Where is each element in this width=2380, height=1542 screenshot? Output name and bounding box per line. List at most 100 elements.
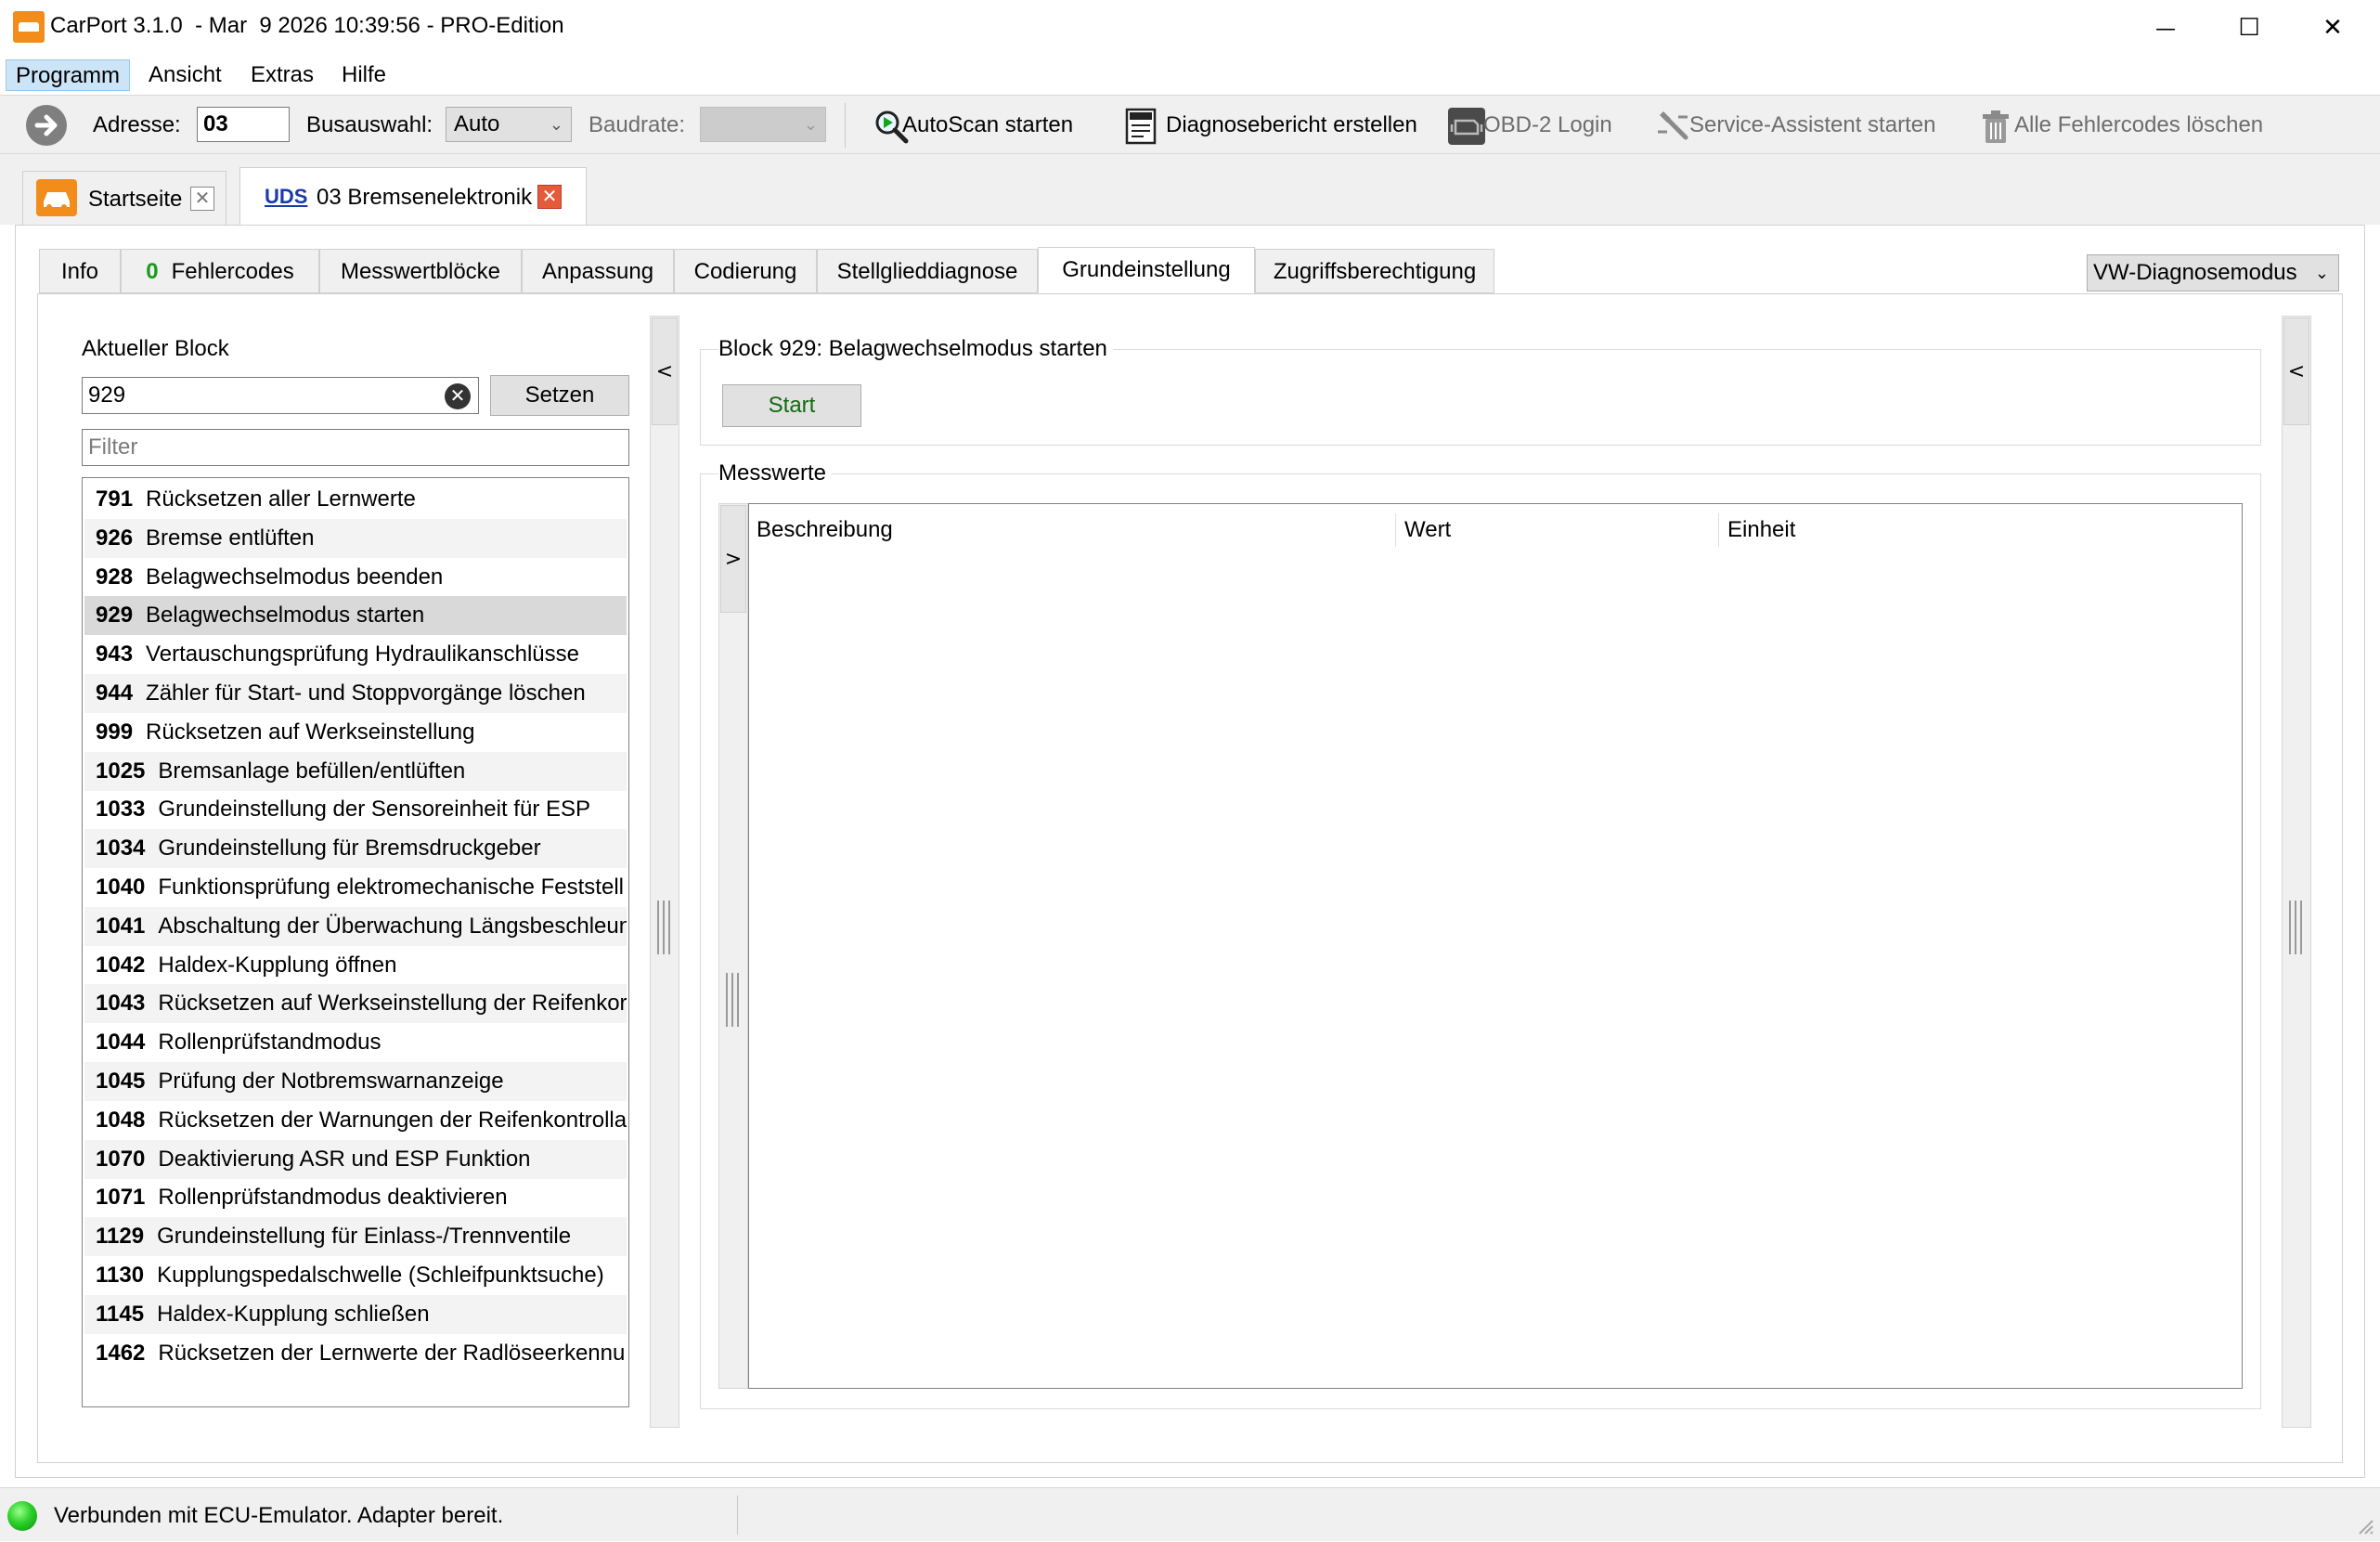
close-window-button[interactable]: ✕ xyxy=(2291,0,2374,54)
block-name: Bremse entlüften xyxy=(146,525,315,551)
menu-ansicht[interactable]: Ansicht xyxy=(139,59,231,91)
close-tab-icon[interactable]: ✕ xyxy=(537,185,562,209)
tab-startseite[interactable]: Startseite ✕ xyxy=(22,171,226,225)
autoscan-button[interactable]: AutoScan starten xyxy=(873,103,1073,148)
chevron-down-icon: ⌄ xyxy=(549,115,563,134)
block-list-item[interactable]: 1034 Grundeinstellung für Bremsdruckgeber xyxy=(84,829,627,869)
block-list-item[interactable]: 1048 Rücksetzen der Warnungen der Reifenk… xyxy=(84,1101,627,1140)
block-id: 1462 xyxy=(96,1340,146,1366)
expand-button[interactable]: > xyxy=(720,505,746,613)
measurements-title: Messwerte xyxy=(718,460,833,486)
column-header-wert[interactable]: Wert xyxy=(1397,512,1451,549)
block-name: Rücksetzen der Warnungen der Reifenkontr… xyxy=(158,1107,627,1133)
block-name: Kupplungspedalschwelle (Schleifpunktsuch… xyxy=(157,1263,604,1288)
tab-stellglieddiagnose[interactable]: Stellglieddiagnose xyxy=(817,249,1038,293)
block-list-item[interactable]: 1044 Rollenprüfstandmodus xyxy=(84,1023,627,1062)
start-button[interactable]: Start xyxy=(722,384,861,427)
splitter-grip-icon[interactable] xyxy=(2289,901,2302,954)
block-list-item[interactable]: 929 Belagwechselmodus starten xyxy=(84,596,627,636)
obd-login-button[interactable]: OBD-2 Login xyxy=(1448,103,1612,148)
menu-programm[interactable]: Programm xyxy=(6,59,131,91)
block-list-item[interactable]: 1129 Grundeinstellung für Einlass-/Trennv… xyxy=(84,1217,627,1257)
block-list-item[interactable]: 943 Vertauschungsprüfung Hydraulikanschlü… xyxy=(84,635,627,674)
tab-codierung[interactable]: Codierung xyxy=(674,249,817,293)
tab-bremsenelektronik[interactable]: UDS 03 Bremsenelektronik ✕ xyxy=(239,167,587,225)
block-list-item[interactable]: 1033 Grundeinstellung der Sensoreinheit f… xyxy=(84,790,627,829)
connect-arrow-icon[interactable] xyxy=(26,105,67,146)
collapse-right-button[interactable]: < xyxy=(2283,317,2309,425)
right-splitter[interactable] xyxy=(2282,316,2311,1428)
measurements-splitter[interactable] xyxy=(718,503,748,1389)
menu-hilfe[interactable]: Hilfe xyxy=(332,59,395,91)
clear-input-icon[interactable]: ✕ xyxy=(445,383,471,409)
block-number-input[interactable]: 929 ✕ xyxy=(82,377,479,414)
block-list-item[interactable]: 1071 Rollenprüfstandmodus deaktivieren xyxy=(84,1178,627,1217)
measurements-table[interactable]: Beschreibung Wert Einheit xyxy=(748,503,2243,1389)
collapse-left-button[interactable]: < xyxy=(652,317,678,425)
block-list-item[interactable]: 791 Rücksetzen aller Lernwerte xyxy=(84,480,627,519)
bus-select[interactable]: Auto ⌄ xyxy=(446,107,572,142)
maximize-button[interactable]: ☐ xyxy=(2207,0,2291,54)
set-block-button[interactable]: Setzen xyxy=(490,375,629,416)
column-header-beschreibung[interactable]: Beschreibung xyxy=(749,512,893,549)
tab-info[interactable]: Info xyxy=(39,249,121,293)
block-list-item[interactable]: 1043 Rücksetzen auf Werkseinstellung der … xyxy=(84,984,627,1024)
block-list-item[interactable]: 1025 Bremsanlage befüllen/entlüften xyxy=(84,751,627,791)
resize-grip-icon[interactable] xyxy=(2356,1516,2374,1535)
splitter-grip-icon[interactable] xyxy=(726,973,739,1027)
block-id: 791 xyxy=(96,486,134,512)
tab-fehlercodes[interactable]: 0 Fehlercodes xyxy=(121,249,319,293)
diagnosis-report-button[interactable]: Diagnosebericht erstellen xyxy=(1123,103,1417,148)
block-id: 1044 xyxy=(96,1030,146,1056)
filter-input[interactable]: Filter xyxy=(82,429,629,466)
tab-zugriffsberechtigung[interactable]: Zugriffsberechtigung xyxy=(1255,249,1494,293)
block-list-item[interactable]: 999 Rücksetzen auf Werkseinstellung xyxy=(84,713,627,752)
block-name: Deaktivierung ASR und ESP Funktion xyxy=(158,1146,531,1172)
block-list-item[interactable]: 1041 Abschaltung der Überwachung Längsbes… xyxy=(84,906,627,946)
block-list-item[interactable]: 1130 Kupplungspedalschwelle (Schleifpunkt… xyxy=(84,1256,627,1295)
chevron-down-icon: ⌄ xyxy=(803,115,818,134)
block-list-item[interactable]: 1045 Prüfung der Notbremswarnanzeige xyxy=(84,1062,627,1101)
block-id: 1034 xyxy=(96,836,146,862)
block-name: Grundeinstellung für Bremsdruckgeber xyxy=(158,836,541,862)
wrench-icon xyxy=(1654,108,1691,145)
block-id: 928 xyxy=(96,564,134,590)
toolbar: Adresse: 03 Busauswahl: Auto ⌄ Baudrate:… xyxy=(0,95,2380,154)
address-input[interactable]: 03 xyxy=(197,107,290,142)
block-list-item[interactable]: 926 Bremse entlüften xyxy=(84,518,627,558)
diagnostic-mode-select[interactable]: VW-Diagnosemodus ⌄ xyxy=(2087,254,2339,292)
close-tab-icon[interactable]: ✕ xyxy=(190,187,214,211)
block-id: 929 xyxy=(96,603,134,628)
menu-extras[interactable]: Extras xyxy=(241,59,323,91)
block-name: Rücksetzen aller Lernwerte xyxy=(146,486,416,512)
block-id: 943 xyxy=(96,641,134,667)
block-list-item[interactable]: 1070 Deaktivierung ASR und ESP Funktion xyxy=(84,1139,627,1179)
tab-anpassung[interactable]: Anpassung xyxy=(522,249,674,293)
autoscan-label: AutoScan starten xyxy=(902,112,1074,137)
tab-grundeinstellung[interactable]: Grundeinstellung xyxy=(1038,247,1255,293)
block-list[interactable]: 791 Rücksetzen aller Lernwerte 926 Bremse e… xyxy=(82,477,629,1407)
block-list-item[interactable]: 1462 Rücksetzen der Lernwerte der Radlöse… xyxy=(84,1334,627,1373)
block-id: 999 xyxy=(96,719,134,745)
block-name: Grundeinstellung für Einlass-/Trennventi… xyxy=(157,1224,572,1250)
block-id: 1048 xyxy=(96,1107,146,1133)
block-list-item[interactable]: 928 Belagwechselmodus beenden xyxy=(84,558,627,597)
baud-select[interactable]: ⌄ xyxy=(700,107,826,142)
minimize-button[interactable]: — xyxy=(2124,0,2207,54)
block-name: Prüfung der Notbremswarnanzeige xyxy=(158,1069,504,1094)
block-list-item[interactable]: 1042 Haldex-Kupplung öffnen xyxy=(84,946,627,985)
service-assistant-button[interactable]: Service-Assistent starten xyxy=(1654,103,1935,148)
tab-messwertbloecke[interactable]: Messwertblöcke xyxy=(319,249,522,293)
window-title: CarPort 3.1.0 - Mar 9 2026 10:39:56 - PR… xyxy=(50,13,564,38)
left-splitter[interactable] xyxy=(650,316,679,1428)
block-list-item[interactable]: 1145 Haldex-Kupplung schließen xyxy=(84,1294,627,1334)
status-bar: Verbunden mit ECU-Emulator. Adapter bere… xyxy=(0,1487,2380,1541)
chevron-down-icon: ⌄ xyxy=(2314,264,2329,282)
block-list-item[interactable]: 944 Zähler für Start- und Stoppvorgänge l… xyxy=(84,674,627,713)
block-groupbox xyxy=(700,349,2261,446)
block-list-item[interactable]: 1040 Funktionsprüfung elektromechanische … xyxy=(84,868,627,907)
splitter-grip-icon[interactable] xyxy=(657,901,670,954)
clear-all-dtc-button[interactable]: Alle Fehlercodes löschen xyxy=(1977,103,2263,148)
block-name: Rollenprüfstandmodus xyxy=(158,1030,382,1056)
column-header-einheit[interactable]: Einheit xyxy=(1720,512,1795,549)
